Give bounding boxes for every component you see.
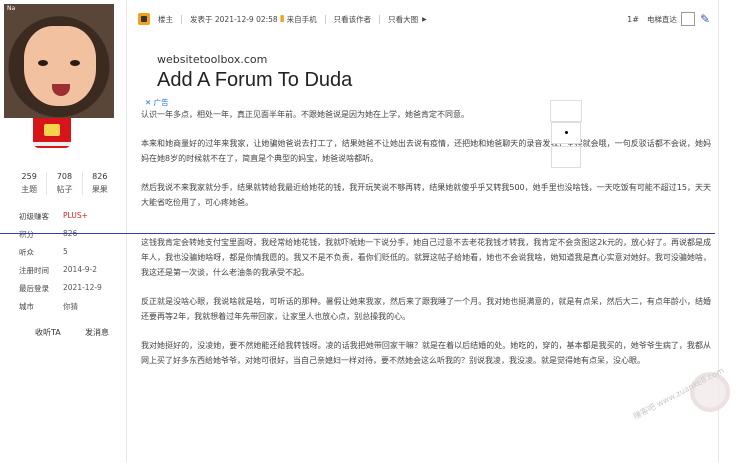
floating-box-dot — [551, 122, 581, 144]
info-key: 最后登录 — [19, 284, 49, 293]
info-value: 2021-12-9 — [63, 283, 102, 292]
chevron-right-icon: ▶ — [422, 15, 427, 23]
info-key: 积分 — [19, 230, 34, 239]
follow-link[interactable]: 收听TA — [35, 327, 61, 338]
send-message-link[interactable]: 发消息 — [85, 327, 109, 338]
divider — [379, 14, 381, 24]
stat-posts-value: 708 — [56, 172, 73, 181]
info-row-city: 城市 你猜 — [19, 301, 119, 319]
pen-icon[interactable]: ✎ — [700, 12, 710, 26]
thread-starter-icon — [138, 13, 150, 25]
ad-site[interactable]: websitetoolbox.com — [157, 53, 267, 66]
post-paragraph: 反正就是没啥心眼，我说啥就是啥，可听话的那种。暑假让她来我家，然后来了跟我睡了一… — [141, 297, 711, 321]
medal-can-label — [44, 124, 60, 136]
stat-threads[interactable]: 259 主题 — [12, 172, 48, 195]
avatar-mouth — [52, 84, 70, 96]
author-label: 楼主 — [158, 14, 173, 24]
info-key: 听众 — [19, 248, 34, 257]
info-row-rank: 初级赚客 PLUS+ — [19, 211, 119, 229]
avatar[interactable]: Na — [4, 4, 114, 118]
rank-badge[interactable]: PLUS+ — [63, 211, 88, 229]
post-paragraph: 认识一年多点，相处一年，真正见面半年前。不跟她爸说是因为她在上学，她爸肯定不同意… — [141, 110, 469, 119]
only-author-link[interactable]: 只看该作者 — [334, 14, 372, 25]
avatar-eye-left — [38, 60, 48, 66]
avatar-face — [24, 26, 96, 106]
left-panel-border — [126, 0, 127, 462]
info-key: 城市 — [19, 302, 34, 311]
stat-threads-value: 259 — [21, 172, 37, 181]
medal-can-stripe — [33, 142, 71, 146]
medal-can-icon — [33, 118, 71, 148]
info-row-points: 积分 826 — [19, 229, 119, 247]
stat-posts-label: 帖子 — [56, 185, 73, 194]
divider — [324, 14, 326, 24]
stat-fruits-value: 826 — [92, 172, 108, 181]
ad-headline[interactable]: Add A Forum To Duda — [157, 69, 352, 92]
post-timestamp: 发表于 2021-12-9 02:58 — [190, 14, 278, 24]
info-value: 你猜 — [63, 302, 78, 311]
blue-divider-line — [0, 233, 715, 234]
info-row-last-login: 最后登录 2021-12-9 — [19, 283, 119, 301]
info-value: 5 — [63, 247, 68, 256]
mobile-icon: ▮ — [279, 14, 285, 24]
user-stats: 259 主题 708 帖子 826 果果 — [12, 172, 117, 195]
only-large-images-link[interactable]: 只看大图 — [388, 14, 418, 25]
avatar-tag: Na — [7, 5, 16, 12]
user-info: 初级赚客 PLUS+ 积分 826 听众 5 注册时间 2014-9-2 最后登… — [19, 211, 119, 319]
post-content: 认识一年多点，相处一年，真正见面半年前。不跟她爸说是因为她在上学，她爸肯定不同意… — [141, 107, 711, 382]
avatar-eye-right — [70, 60, 80, 66]
floating-box — [551, 146, 581, 168]
info-row-listeners: 听众 5 — [19, 247, 119, 265]
divider — [181, 14, 182, 24]
stat-fruits-label: 果果 — [91, 185, 108, 194]
post-paragraph: 本来和她商量好的过年来我家，让她骗她爸说去打工了，结果她爸不让她出去说有疫情，还… — [141, 139, 711, 163]
floor-jump-input[interactable] — [680, 12, 695, 26]
post-paragraph: 我对她挺好的，没凌她，要不然她能还给我转钱呀。凌的话我把她带回家干嘛？就是在着以… — [141, 341, 711, 365]
info-value: 2014-9-2 — [63, 265, 98, 274]
post-paragraph: 然后我说不来我家就分手，结果就转给我最近给她花的钱，我开玩笑说不够再转，结果她就… — [141, 183, 711, 207]
info-row-registered: 注册时间 2014-9-2 — [19, 265, 119, 283]
post-paragraph: 这钱我肯定会转她支付宝里面呀，我经常给她花钱，我就吓唬她一下说分手，她自己过意不… — [141, 238, 711, 277]
stat-posts[interactable]: 708 帖子 — [47, 172, 83, 195]
info-key: 初级赚客 — [19, 212, 49, 221]
ad-banner[interactable]: websitetoolbox.com Add A Forum To Duda ✕… — [143, 45, 703, 107]
elevator-label: 电梯直达 — [646, 14, 677, 24]
stat-threads-label: 主题 — [21, 185, 38, 194]
post-header: 楼主 发表于 2021-12-9 02:58 ▮ 来自手机 只看该作者 只看大图… — [138, 10, 710, 28]
floating-box — [550, 100, 582, 122]
info-key: 注册时间 — [19, 266, 49, 275]
from-mobile-link[interactable]: 来自手机 — [287, 14, 317, 25]
floor-number[interactable]: 1# — [627, 15, 639, 24]
stat-fruits[interactable]: 826 果果 — [83, 172, 117, 195]
info-value: 826 — [63, 229, 77, 247]
user-panel: Na 259 主题 708 帖子 826 果果 初级赚客 PLUS+ 积分 听众… — [0, 0, 125, 462]
